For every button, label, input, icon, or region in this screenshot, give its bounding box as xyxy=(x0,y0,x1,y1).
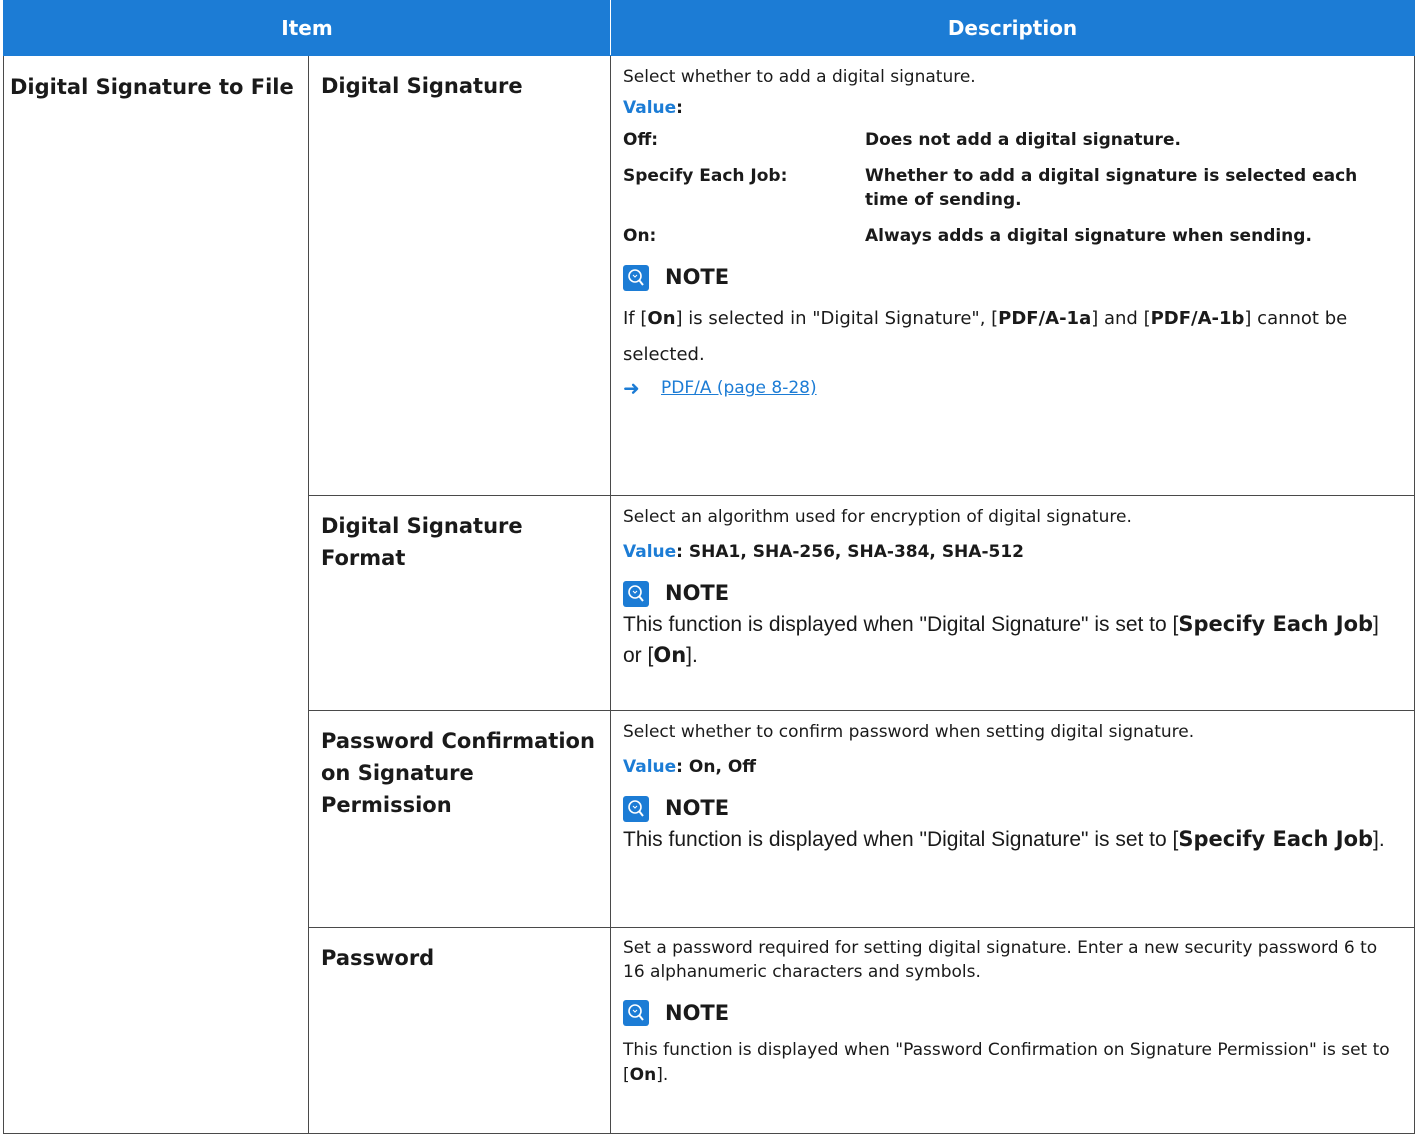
item-label: Password xyxy=(321,946,435,970)
option-value: Always adds a digital signature when sen… xyxy=(865,226,1312,246)
note-lightbulb-icon xyxy=(623,1000,649,1026)
note-text: This function is displayed when "Passwor… xyxy=(623,1040,1390,1085)
note-title: NOTE xyxy=(665,581,730,605)
option-key: Specify Each Job: xyxy=(623,166,788,186)
description-cell: Select whether to confirm password when … xyxy=(610,710,1415,928)
note-title: NOTE xyxy=(665,1001,730,1025)
description-intro: Select whether to add a digital signatur… xyxy=(623,67,976,87)
value-label: Value xyxy=(623,542,677,562)
item-cell: Password xyxy=(308,927,611,1134)
item-cell: Password Confirmation on Signature Permi… xyxy=(308,710,611,928)
value-text: : On, Off xyxy=(676,757,757,777)
value-line: Value: xyxy=(623,98,683,118)
description-intro: Select whether to confirm password when … xyxy=(623,722,1195,742)
header-description: Description xyxy=(610,0,1415,56)
value-line: Value: SHA1, SHA-256, SHA-384, SHA-512 xyxy=(623,539,1402,566)
arrow-right-icon: ➜ xyxy=(623,376,640,400)
group-cell: Digital Signature to File xyxy=(3,55,309,1134)
note-header: NOTE xyxy=(623,580,1402,607)
value-line: Value: On, Off xyxy=(623,754,1402,781)
item-label: Password Confirmation on Signature Permi… xyxy=(321,729,595,817)
option-list: Off: Does not add a digital signature. Sp… xyxy=(623,128,1402,248)
item-label: Digital Signature xyxy=(321,74,523,98)
header-item: Item xyxy=(3,0,611,56)
link-pdfa[interactable]: PDF/A (page 8-28) xyxy=(661,375,817,402)
item-cell: Digital Signature Format xyxy=(308,495,611,711)
option-value: Does not add a digital signature. xyxy=(865,130,1181,150)
note-header: NOTE xyxy=(623,795,1402,822)
description-cell: Set a password required for setting digi… xyxy=(610,927,1415,1134)
value-label: Value xyxy=(623,98,677,118)
option-item: Specify Each Job: Whether to add a digita… xyxy=(623,164,1402,212)
note-lightbulb-icon xyxy=(623,795,649,822)
description-intro: Set a password required for setting digi… xyxy=(623,938,1378,982)
option-item: On: Always adds a digital signature when … xyxy=(623,224,1402,248)
note-lightbulb-icon xyxy=(623,580,649,607)
note-text: This function is displayed when "Digital… xyxy=(623,612,1379,667)
option-key: On: xyxy=(623,226,657,246)
settings-table: Item Description Digital Signature to Fi… xyxy=(3,0,1415,1134)
note-title: NOTE xyxy=(665,796,730,820)
item-label: Digital Signature Format xyxy=(321,514,523,570)
option-value: Whether to add a digital signature is se… xyxy=(865,166,1358,210)
description-cell: Select an algorithm used for encryption … xyxy=(610,495,1415,711)
note-header: NOTE xyxy=(623,264,1402,291)
description-cell: Select whether to add a digital signatur… xyxy=(610,55,1415,496)
item-cell: Digital Signature xyxy=(308,55,611,496)
option-item: Off: Does not add a digital signature. xyxy=(623,128,1402,152)
note-lightbulb-icon xyxy=(623,264,649,291)
note-text: If [On] is selected in "Digital Signatur… xyxy=(623,308,1348,365)
value-label: Value xyxy=(623,757,677,777)
header-row: Item Description xyxy=(3,0,1415,56)
option-key: Off: xyxy=(623,130,659,150)
reference-link[interactable]: ➜ PDF/A (page 8-28) xyxy=(623,375,1402,402)
note-title: NOTE xyxy=(665,265,730,289)
group-label: Digital Signature to File xyxy=(10,75,294,99)
note-text: This function is displayed when "Digital… xyxy=(623,827,1385,851)
note-header: NOTE xyxy=(623,1000,1402,1026)
description-intro: Select an algorithm used for encryption … xyxy=(623,507,1132,527)
value-text: : SHA1, SHA-256, SHA-384, SHA-512 xyxy=(676,542,1024,562)
table-row: Digital Signature to File Digital Signat… xyxy=(3,55,1415,1134)
